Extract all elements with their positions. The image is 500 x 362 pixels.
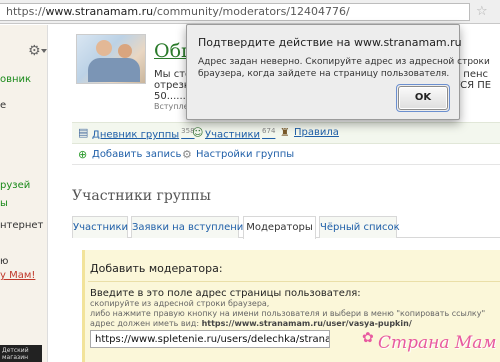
sidebar-link-friends[interactable]: рузей (0, 180, 30, 191)
group-rules-link[interactable]: Правила (294, 127, 339, 138)
url-host: www.stranamam.ru (45, 5, 154, 18)
rules-icon: ♜ (280, 126, 290, 139)
plus-icon: ⊕ (78, 148, 88, 161)
members-icon: ☺ (192, 126, 204, 139)
sidebar-text: ю (0, 256, 9, 267)
browser-toolbar: https://www.stranamam.ru/community/moder… (0, 0, 500, 24)
help-text-format: адрес должен иметь вид: https://www.stra… (90, 319, 412, 329)
sidebar-text: е (0, 100, 7, 111)
page-title: Участники группы (72, 188, 211, 204)
chevron-down-icon[interactable] (41, 49, 47, 53)
url-scheme: https:// (6, 5, 46, 18)
dialog-message: браузера, когда зайдете на страницу поль… (198, 69, 450, 79)
address-bar[interactable]: https://www.stranamam.ru/community/moder… (0, 3, 470, 21)
site-watermark: Страна Мам (378, 333, 497, 353)
group-members-label: Участники (205, 129, 261, 141)
tab-blacklist[interactable]: Чёрный список (319, 216, 400, 238)
sidebar-thumbnail[interactable]: Детский магазин (0, 345, 42, 362)
panel-title: Добавить модератора: (90, 262, 223, 275)
group-members-link[interactable]: Участники 674 (205, 127, 275, 140)
help-format-prefix: адрес должен иметь вид: (90, 319, 202, 328)
tab-moderators[interactable]: Модераторы (243, 216, 316, 239)
sidebar-text-internet: нтернет (0, 220, 44, 231)
moderator-url-label: Введите в это поле адрес страницы пользо… (90, 288, 361, 299)
sidebar-link-diary[interactable]: овник (0, 74, 31, 85)
panel-divider (88, 281, 500, 282)
help-text: скопируйте из адресной строки браузера, (90, 299, 270, 308)
sidebar-link-strana-mam[interactable]: у Мам! (0, 270, 35, 281)
diary-icon: ▤ (78, 126, 89, 139)
group-avatar-figure (96, 40, 112, 56)
help-text: либо нажмите правую кнопку на имени поль… (90, 309, 486, 318)
tab-members[interactable]: Участники (72, 216, 128, 238)
dialog-title: Подтвердите действие на www.stranamam.ru (198, 36, 462, 49)
dialog-message: Адрес задан неверно. Скопируйте адрес из… (198, 57, 490, 67)
url-path: /community/moderators/12404776/ (153, 5, 350, 18)
help-format-example: https://www.stranamam.ru/user/vasya-pupk… (201, 319, 412, 328)
group-avatar-figure (118, 44, 132, 58)
group-members-count: 674 (262, 127, 276, 135)
group-avatar-figure (88, 58, 140, 82)
settings-icon: ⚙ (182, 148, 192, 161)
tab-join-requests[interactable]: Заявки на вступление (131, 216, 249, 238)
flower-icon: ✿ (362, 330, 374, 346)
group-settings-link[interactable]: Настройки группы (196, 149, 294, 160)
gear-icon[interactable]: ⚙ (28, 44, 41, 58)
group-diary-link[interactable]: Дневник группы 358 (92, 127, 195, 140)
sidebar-link[interactable]: ы (0, 198, 8, 209)
ok-button[interactable]: OK (398, 86, 448, 110)
bookmark-star-icon[interactable]: ☆ (476, 5, 492, 19)
add-post-link[interactable]: Добавить запись (92, 149, 181, 160)
group-diary-label: Дневник группы (92, 129, 180, 141)
moderator-url-input[interactable] (90, 330, 330, 348)
